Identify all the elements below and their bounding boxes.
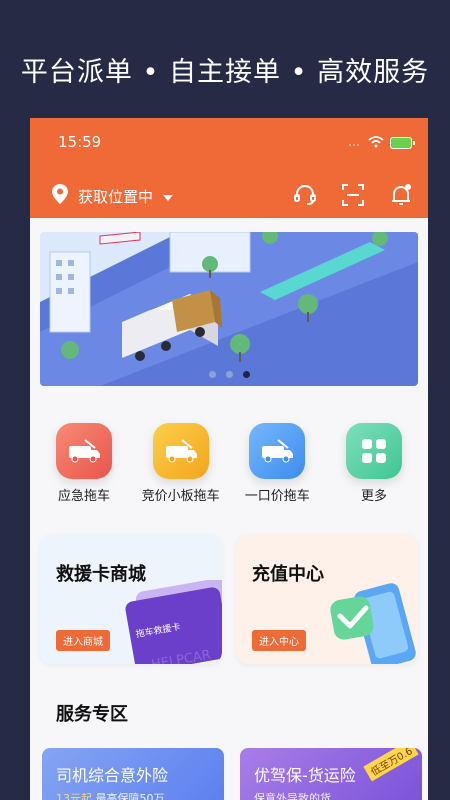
enter-center-button[interactable]: 进入中心 — [252, 630, 306, 651]
rescue-card-illustration: 拖车救援卡 HELPCAR — [125, 580, 222, 664]
cellular-icon — [348, 133, 362, 152]
location-text: 获取位置中 — [78, 187, 154, 206]
promo-subtitle: 13元起 最高保障50万 — [56, 790, 165, 800]
tagline: 平台派单 • 自主接单 • 高效服务 — [20, 57, 430, 88]
truck-city-illustration — [40, 232, 418, 386]
grid-icon — [345, 423, 402, 479]
cargo-insurance-card[interactable]: 优驾保-货运险 保意外导致的货 低至万0.6 — [240, 748, 422, 800]
service-label: 更多 — [360, 489, 387, 504]
rescue-card-mall-card[interactable]: 救援卡商城 拖车救援卡 HELPCAR 进入商城 — [40, 534, 222, 664]
promo-title: 优驾保-货运险 — [254, 766, 356, 785]
pagination-dot-active[interactable] — [242, 371, 250, 378]
service-grid: 应急拖车 竞价小板拖车 一口价拖车 更多 — [40, 423, 418, 504]
service-more[interactable]: 更多 — [330, 423, 418, 504]
tow-truck-icon — [152, 423, 209, 479]
pagination-dot[interactable] — [225, 371, 233, 378]
promo-badge: 低至万0.6 — [363, 748, 419, 782]
card-title: 充值中心 — [252, 564, 324, 585]
app-screen: 15:59 获取位置中 应急拖车 竞价小板拖车 一口价拖车 更多 救援卡商城 拖… — [30, 118, 428, 800]
pagination-dot[interactable] — [208, 371, 216, 378]
app-header: 15:59 获取位置中 — [30, 118, 428, 218]
tow-truck-icon — [56, 423, 112, 479]
promo-price: 13元起 — [56, 792, 92, 800]
scan-icon[interactable] — [340, 182, 366, 208]
driver-accident-insurance-card[interactable]: 司机综合意外险 13元起 最高保障50万 — [42, 748, 224, 800]
status-time: 15:59 — [58, 133, 102, 151]
banner-pagination — [40, 371, 418, 378]
service-bid-flatbed[interactable]: 竞价小板拖车 — [137, 423, 225, 504]
location-selector[interactable]: 获取位置中 — [52, 184, 174, 208]
service-label: 应急拖车 — [57, 489, 110, 504]
main-content: 应急拖车 竞价小板拖车 一口价拖车 更多 救援卡商城 拖车救援卡 HELPCAR… — [30, 218, 428, 800]
location-pin-icon — [52, 184, 68, 208]
status-icons — [348, 133, 415, 152]
promo-title: 司机综合意外险 — [56, 766, 169, 785]
promo-subtitle: 保意外导致的货 — [254, 792, 331, 800]
wifi-icon — [368, 133, 384, 152]
caret-down-icon — [163, 187, 174, 205]
header-actions — [292, 182, 414, 208]
notification-bell-icon[interactable] — [388, 182, 414, 208]
service-fixed-price-tow[interactable]: 一口价拖车 — [233, 423, 321, 504]
tow-truck-icon — [249, 423, 306, 479]
service-label: 一口价拖车 — [244, 489, 310, 504]
battery-icon — [390, 136, 415, 149]
recharge-center-card[interactable]: 充值中心 进入中心 — [236, 534, 418, 664]
service-label: 竞价小板拖车 — [141, 489, 220, 504]
promo-banner[interactable] — [40, 232, 418, 386]
customer-service-icon[interactable] — [292, 182, 318, 208]
service-emergency-tow[interactable]: 应急拖车 — [40, 423, 128, 504]
phone-check-icon — [330, 583, 416, 664]
section-title: 服务专区 — [56, 704, 128, 725]
enter-mall-button[interactable]: 进入商城 — [56, 630, 110, 651]
promo-subtitle-text: 最高保障50万 — [95, 792, 165, 800]
